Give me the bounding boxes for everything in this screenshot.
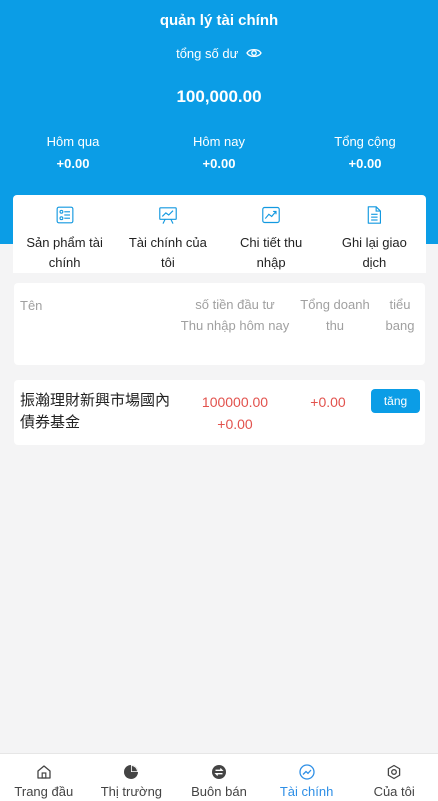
balance-label-row: tổng số dư — [0, 46, 438, 62]
tab-label: Của tôi — [373, 784, 415, 799]
column-header-investment-amount: số tiền đầu tư — [195, 297, 275, 312]
quick-menu: Sản phẩm tài chính Tài chính của tôi Chi… — [13, 195, 426, 273]
pie-chart-icon — [124, 765, 139, 779]
total-revenue: +0.00 — [310, 394, 346, 410]
stats-row: Hôm qua +0.00 Hôm nay +0.00 Tổng cộng +0… — [0, 134, 438, 171]
column-header-status: tiểu bang — [385, 297, 415, 333]
investment-amount: 100000.00 — [201, 394, 269, 410]
balance-label: tổng số dư — [176, 46, 239, 61]
tab-label: Trang đầu — [14, 784, 74, 799]
stat-value: +0.00 — [348, 156, 382, 171]
stat-label: Hôm qua — [46, 134, 100, 149]
document-icon — [368, 206, 382, 224]
stat-total: Tổng cộng +0.00 — [292, 134, 438, 171]
page-title: quản lý tài chính — [159, 12, 279, 29]
increase-button[interactable]: tăng — [371, 389, 420, 413]
bottom-tab-bar: Trang đầu Thị trường Buôn bán Tài chính … — [0, 753, 438, 801]
today-income: +0.00 — [217, 416, 253, 432]
stat-label: Hôm nay — [192, 134, 246, 149]
column-header-revenue: Tổng doanh thu — [300, 297, 370, 333]
column-header-investment: số tiền đầu tư Thu nhập hôm nay — [180, 294, 290, 336]
trend-chart-icon — [262, 206, 280, 224]
tab-home[interactable]: Trang đầu — [0, 754, 88, 801]
tab-market[interactable]: Thị trường — [88, 754, 176, 801]
settings-icon — [387, 764, 401, 780]
stat-value: +0.00 — [202, 156, 236, 171]
product-list-icon — [56, 206, 74, 224]
menu-item-transaction-records[interactable]: Ghi lại giao dịch — [323, 195, 426, 273]
stat-label: Tổng cộng — [334, 134, 396, 149]
eye-icon[interactable] — [246, 47, 262, 62]
tab-label: Buôn bán — [191, 784, 247, 799]
stat-yesterday: Hôm qua +0.00 — [0, 134, 146, 171]
column-header-name: Tên — [20, 298, 43, 313]
menu-item-my-finance[interactable]: Tài chính của tôi — [116, 195, 219, 273]
stat-value: +0.00 — [56, 156, 90, 171]
menu-label: Sản phẩm tài chính — [26, 235, 103, 270]
finance-trend-icon — [298, 764, 315, 780]
tab-finance[interactable]: Tài chính — [263, 754, 351, 801]
menu-label: Ghi lại giao dịch — [341, 235, 407, 270]
stat-today: Hôm nay +0.00 — [146, 134, 292, 171]
exchange-icon — [211, 765, 226, 779]
column-header-today-income: Thu nhập hôm nay — [180, 318, 290, 333]
investment-cell: 100000.00 +0.00 — [180, 391, 290, 435]
menu-item-financial-products[interactable]: Sản phẩm tài chính — [13, 195, 116, 273]
chart-board-icon — [159, 207, 177, 224]
menu-item-income-details[interactable]: Chi tiết thu nhập — [220, 195, 323, 273]
home-icon — [37, 765, 51, 779]
balance-value: 100,000.00 — [176, 87, 262, 106]
tab-mine[interactable]: Của tôi — [350, 754, 438, 801]
menu-label: Tài chính của tôi — [128, 235, 207, 270]
tab-label: Thị trường — [100, 784, 163, 799]
table-row: 振瀚理財新興市場國內債券基金 100000.00 +0.00 +0.00 tăn… — [14, 380, 425, 445]
table-header: Tên số tiền đầu tư Thu nhập hôm nay Tổng… — [14, 283, 425, 365]
tab-trade[interactable]: Buôn bán — [175, 754, 263, 801]
tab-label: Tài chính — [279, 784, 334, 799]
fund-name: 振瀚理財新興市場國內債券基金 — [20, 392, 171, 431]
menu-label: Chi tiết thu nhập — [240, 235, 303, 270]
